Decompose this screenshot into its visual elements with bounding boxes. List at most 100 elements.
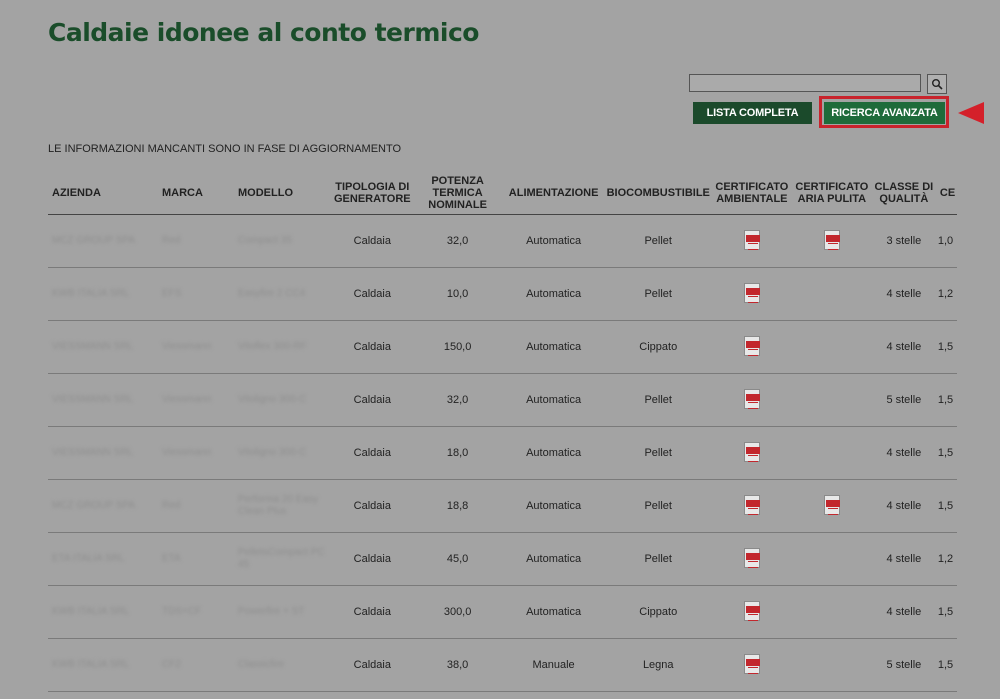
cell-potenza: 10,0 [412, 267, 503, 321]
pdf-icon[interactable] [743, 282, 760, 303]
header-classe[interactable]: CLASSE DI QUALITÀ [871, 172, 936, 215]
cell-tipologia: Caldaia [332, 479, 413, 533]
header-cert-ambientale[interactable]: CERTIFICATO AMBIENTALE [711, 172, 792, 215]
cell-tipologia: Caldaia [332, 320, 413, 374]
cell-potenza: 45,0 [412, 532, 503, 586]
cell-marca: Red [158, 214, 234, 268]
cell-potenza: 32,0 [412, 214, 503, 268]
page-title: Caldaie idonee al conto termico [48, 18, 479, 47]
table-row: VIESSMANN SRL Viessmann Vitoligno 300-C Cal… [48, 373, 958, 427]
cell-classe: 3 stelle [871, 214, 936, 268]
notice-text: LE INFORMAZIONI MANCANTI SONO IN FASE DI… [48, 143, 402, 155]
table-row: KWB ITALIA SRL TDS+CF Powerfire + ST Caldai… [48, 585, 958, 639]
cell-tipologia: Caldaia [332, 267, 413, 321]
header-potenza[interactable]: POTENZA TERMICA NOMINALE [412, 172, 503, 215]
cell-modello: Vitoligno 300-C [234, 373, 332, 427]
cell-modello: Vitoflex 300-RF [234, 320, 332, 374]
cell-potenza: 300,0 [412, 585, 503, 639]
cell-modello: Vitoligno 300-C [234, 426, 332, 480]
search-input[interactable] [689, 74, 921, 92]
cell-ce: 1,5 [935, 373, 958, 427]
header-modello[interactable]: MODELLO [234, 172, 332, 215]
table-row: KWB ITALIA SRL EFS Easyfire 2 CC4 Caldaia 10… [48, 267, 958, 321]
cell-potenza: 18,0 [412, 426, 503, 480]
pdf-icon[interactable] [743, 335, 760, 356]
cell-cert-ambientale [711, 373, 792, 427]
cell-biocombustibile: Pellet [604, 426, 712, 480]
cell-azienda: KWB ITALIA SRL [48, 638, 158, 692]
header-cert-aria[interactable]: CERTIFICATO ARIA PULITA [791, 172, 872, 215]
cell-biocombustibile: Legna [604, 638, 712, 692]
cell-biocombustibile: Cippato [604, 585, 712, 639]
pdf-icon[interactable] [743, 653, 760, 674]
header-biocombustibile[interactable]: BIOCOMBUSTIBILE [604, 172, 712, 215]
pdf-icon[interactable] [823, 229, 840, 250]
cell-classe: 4 stelle [871, 426, 936, 480]
lista-completa-button[interactable]: LISTA COMPLETA [693, 102, 812, 124]
cell-potenza: 32,0 [412, 373, 503, 427]
cell-tipologia: Caldaia [332, 373, 413, 427]
cell-alimentazione: Automatica [502, 532, 605, 586]
header-marca[interactable]: MARCA [158, 172, 234, 215]
cell-tipologia: Caldaia [332, 532, 413, 586]
cell-marca: Viessmann [158, 426, 234, 480]
cell-modello: Powerfire + ST [234, 585, 332, 639]
cell-azienda: MCZ GROUP SPA [48, 214, 158, 268]
header-alimentazione[interactable]: ALIMENTAZIONE [502, 172, 605, 215]
cell-biocombustibile: Pellet [604, 532, 712, 586]
cell-modello: Classicfire [234, 638, 332, 692]
pointer-arrow-icon [958, 102, 984, 124]
cell-cert-ambientale [711, 585, 792, 639]
cell-modello: PelletsCompact PC 45 [234, 532, 332, 586]
pdf-icon[interactable] [743, 441, 760, 462]
search-button[interactable] [927, 74, 947, 94]
cell-ce: 1,2 [935, 267, 958, 321]
cell-marca: EFS [158, 267, 234, 321]
cell-biocombustibile: Pellet [604, 373, 712, 427]
cell-tipologia: Caldaia [332, 426, 413, 480]
header-ce[interactable]: CE [935, 172, 958, 215]
cell-marca: Red [158, 479, 234, 533]
pdf-icon[interactable] [743, 388, 760, 409]
cell-cert-aria [791, 373, 872, 427]
table-row: MCZ GROUP SPA Red Compact 35 Caldaia 32,0 Aut… [48, 214, 958, 268]
cell-azienda: KWB ITALIA SRL [48, 267, 158, 321]
cell-cert-ambientale [711, 479, 792, 533]
table-row: ETA ITALIA SRL ETA PelletsCompact PC 45 Cal… [48, 532, 958, 586]
cell-marca: Viessmann [158, 373, 234, 427]
cell-azienda: MCZ GROUP SPA [48, 479, 158, 533]
pdf-icon[interactable] [743, 229, 760, 250]
cell-cert-ambientale [711, 638, 792, 692]
cell-cert-aria [791, 479, 872, 533]
cell-modello: Compact 35 [234, 214, 332, 268]
cell-potenza: 38,0 [412, 638, 503, 692]
cell-potenza: 150,0 [412, 320, 503, 374]
cell-cert-ambientale [711, 267, 792, 321]
cell-alimentazione: Automatica [502, 585, 605, 639]
cell-cert-aria [791, 267, 872, 321]
cell-biocombustibile: Pellet [604, 214, 712, 268]
header-tipologia[interactable]: TIPOLOGIA DI GENERATORE [332, 172, 413, 215]
cell-azienda: ETA ITALIA SRL [48, 532, 158, 586]
cell-potenza: 18,8 [412, 479, 503, 533]
cell-biocombustibile: Cippato [604, 320, 712, 374]
pdf-icon[interactable] [743, 600, 760, 621]
cell-alimentazione: Automatica [502, 214, 605, 268]
cell-tipologia: Caldaia [332, 638, 413, 692]
table-row: KWB ITALIA SRL CF2 Classicfire Caldaia 38,0 M… [48, 638, 958, 692]
header-azienda[interactable]: AZIENDA [48, 172, 158, 215]
cell-classe: 4 stelle [871, 479, 936, 533]
cell-cert-aria [791, 214, 872, 268]
cell-cert-aria [791, 585, 872, 639]
cell-alimentazione: Automatica [502, 373, 605, 427]
table-header-row: AZIENDA MARCA MODELLO TIPOLOGIA DI GENER… [48, 172, 958, 215]
pdf-icon[interactable] [823, 494, 840, 515]
pdf-icon[interactable] [743, 547, 760, 568]
pdf-icon[interactable] [743, 494, 760, 515]
table-row: VIESSMANN SRL Viessmann Vitoligno 300-C Cal… [48, 426, 958, 480]
cell-alimentazione: Automatica [502, 320, 605, 374]
ricerca-avanzata-button[interactable]: RICERCA AVANZATA [824, 102, 945, 124]
cell-azienda: VIESSMANN SRL [48, 373, 158, 427]
cell-alimentazione: Automatica [502, 426, 605, 480]
cell-alimentazione: Manuale [502, 638, 605, 692]
